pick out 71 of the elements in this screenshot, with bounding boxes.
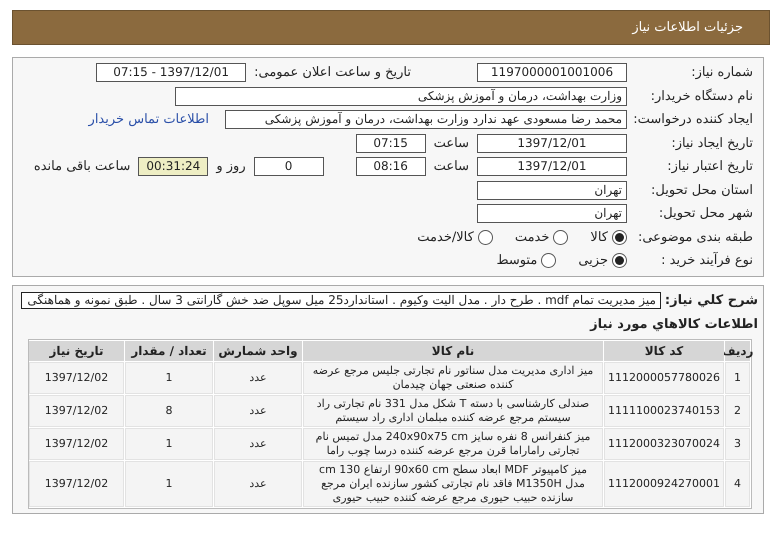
input-field[interactable]: تهران: [477, 180, 627, 200]
input-field[interactable]: 08:16: [356, 157, 426, 176]
column-header: تاریخ نیاز: [29, 340, 124, 360]
table-cell: عدد: [214, 394, 302, 426]
radio-button[interactable]: [478, 230, 493, 245]
input-field[interactable]: محمد رضا مسعودی عهد ندارد وزارت بهداشت، درمان و آموزش پزشکی: [225, 110, 627, 130]
field-label: تاریخ و ساعت اعلان عمومی:: [254, 64, 411, 82]
field-label: ساعت: [434, 158, 469, 176]
field-label: نام دستگاه خریدار:: [650, 88, 753, 106]
input-field[interactable]: 1397/12/01 - 07:15: [96, 63, 246, 82]
radio-button[interactable]: [612, 230, 627, 245]
field-label: استان محل تحویل:: [650, 182, 753, 200]
radio-option[interactable]: کالا: [590, 228, 627, 247]
table-cell: میز کنفرانس 8 نفره سایز 240x90x75 cm مدل تمیس نام تجارتی راماراما قرن مرجع عرضه کننده درسا چوب راما: [303, 428, 603, 460]
input-field[interactable]: 00:31:24: [138, 157, 208, 176]
table-cell: 4: [725, 460, 750, 506]
table-cell: 1111100023740153: [604, 394, 724, 426]
table-cell: 1: [125, 460, 213, 506]
field-label: نوع فرآیند خرید :: [660, 251, 753, 270]
field-label: ساعت: [434, 134, 469, 152]
table-cell: 2: [725, 394, 750, 426]
table-cell: 1: [725, 362, 750, 394]
table-cell: میز کامپیوتر MDF ابعاد سطح 90x60 cm ارتفاع 130 cm مدل M1350H فاقد نام تجارتی کشور سازنده ایران مرجع سازنده حبیب حیوری مرجع عرضه کننده حبیب حیوری: [303, 460, 603, 506]
column-header: واحد شمارش: [214, 340, 302, 360]
description-label: شرح کلي نياز:: [664, 292, 758, 310]
radio-button[interactable]: [553, 230, 568, 245]
column-header: کد کالا: [604, 340, 724, 360]
table-cell: 1112000323070024: [604, 428, 724, 460]
table-cell: 1397/12/02: [29, 428, 124, 460]
radio-button[interactable]: [541, 253, 556, 268]
input-field[interactable]: 0: [254, 157, 324, 176]
contact-link[interactable]: اطلاعات تماس خریدار: [88, 110, 209, 130]
section-title: اطلاعات کالاهاي مورد نياز: [588, 316, 758, 334]
table-cell: عدد: [214, 428, 302, 460]
radio-button[interactable]: [612, 253, 627, 268]
field-label: ساعت باقی مانده: [34, 158, 130, 176]
table-cell: 1: [125, 428, 213, 460]
table-cell: صندلی کارشناسی با دسته T شکل مدل 331 نام تجارتی راد سیستم مرجع عرضه کننده مبلمان اداری راد سیستم: [303, 394, 603, 426]
column-header: ردیف: [725, 340, 750, 360]
table-cell: 3: [725, 428, 750, 460]
table-cell: 1397/12/02: [29, 362, 124, 394]
table-cell: 1: [125, 362, 213, 394]
field-label: شماره نیاز:: [690, 64, 753, 82]
table-cell: میز اداری مدیریت مدل سناتور نام تجارتی جلیس مرجع عرضه کننده صنعتی جهان چیدمان: [303, 362, 603, 394]
input-field[interactable]: 07:15: [356, 134, 426, 153]
table-cell: 1397/12/02: [29, 460, 124, 506]
field-label: ایجاد کننده درخواست:: [635, 111, 753, 129]
table-cell: عدد: [214, 460, 302, 506]
field-label: روز و: [216, 158, 246, 176]
field-label: طبقه بندی موضوعی:: [636, 228, 753, 246]
table-cell: 8: [125, 394, 213, 426]
field-label: شهر محل تحویل:: [658, 205, 753, 223]
table-cell: 1112000924270001: [604, 460, 724, 506]
input-field[interactable]: 1397/12/01: [477, 134, 627, 153]
input-field[interactable]: 1397/12/01: [477, 157, 627, 176]
radio-option[interactable]: جزیی: [578, 251, 627, 270]
field-label: تاریخ ایجاد نیاز:: [670, 134, 753, 152]
header-title: جزئیات اطلاعات نیاز: [632, 18, 743, 37]
table-cell: 1397/12/02: [29, 394, 124, 426]
field-label: تاریخ اعتبار نیاز:: [666, 158, 753, 176]
input-field[interactable]: وزارت بهداشت، درمان و آموزش پزشکی: [175, 86, 627, 106]
radio-option[interactable]: کالا/خدمت: [417, 228, 493, 247]
input-field[interactable]: تهران: [477, 204, 627, 224]
table-cell: عدد: [214, 362, 302, 394]
column-header: تعداد / مقدار: [125, 340, 213, 360]
radio-option[interactable]: خدمت: [514, 228, 568, 247]
description-box: میز مدیریت تمام mdf . طرح دار . مدل الیت وکیوم . استاندارد25 میل سوپل ضد خش گارانتی 3 سال . طبق نمونه و هماهنگی: [20, 292, 661, 309]
radio-option[interactable]: متوسط: [496, 251, 556, 270]
column-header: نام کالا: [303, 340, 603, 360]
input-field[interactable]: 1197000001001006: [477, 63, 627, 82]
table-cell: 1112000057780026: [604, 362, 724, 394]
